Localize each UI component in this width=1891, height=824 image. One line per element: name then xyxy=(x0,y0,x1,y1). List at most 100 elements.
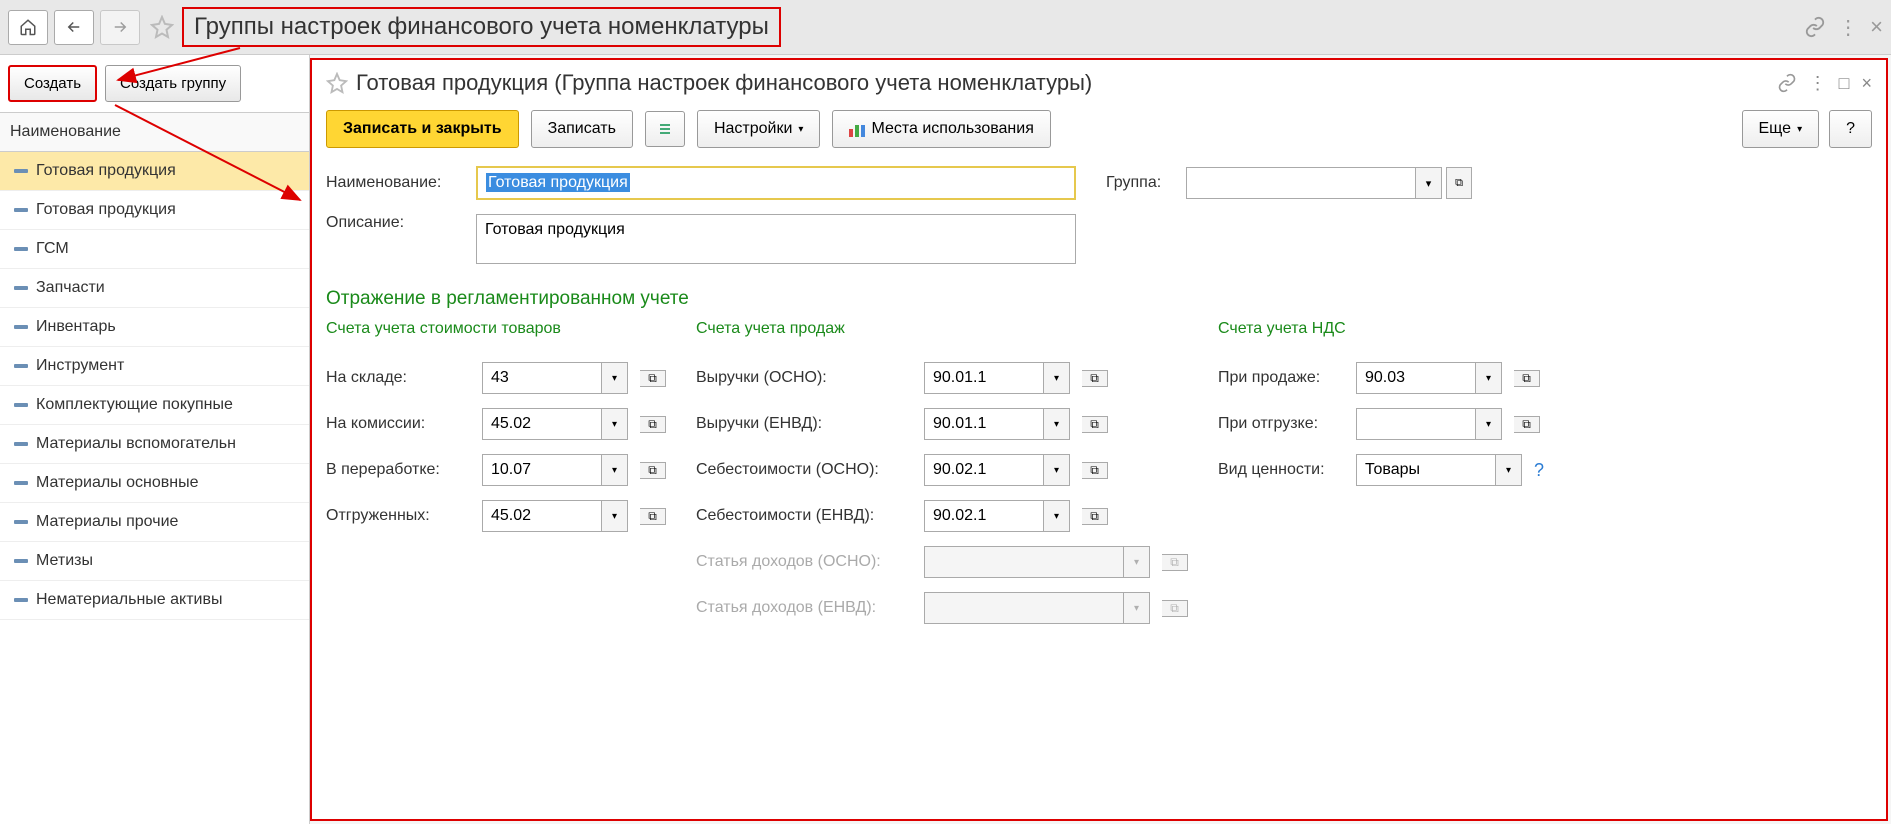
open-icon[interactable]: ⧉ xyxy=(1514,370,1540,387)
open-icon[interactable]: ⧉ xyxy=(640,462,666,479)
revenue-osno-label: Выручки (ОСНО): xyxy=(696,369,916,387)
open-icon[interactable]: ⧉ xyxy=(1082,370,1108,387)
dropdown-icon[interactable]: ▾ xyxy=(1044,500,1070,532)
description-label: Описание: xyxy=(326,214,466,232)
kebab-menu-icon[interactable]: ⋮ xyxy=(1838,15,1858,40)
maximize-icon[interactable]: □ xyxy=(1839,73,1850,94)
name-label: Наименование: xyxy=(326,174,466,192)
favorite-star-icon[interactable] xyxy=(326,72,348,94)
dropdown-icon: ▾ xyxy=(1124,592,1150,624)
link-icon[interactable] xyxy=(1804,16,1826,38)
dropdown-icon[interactable]: ▾ xyxy=(1476,362,1502,394)
list-item[interactable]: Инструмент xyxy=(0,347,309,386)
list-button[interactable] xyxy=(645,111,685,147)
save-and-close-button[interactable]: Записать и закрыть xyxy=(326,110,519,148)
help-icon[interactable]: ? xyxy=(1534,460,1544,481)
list-column-header: Наименование xyxy=(0,112,309,152)
list-item[interactable]: Материалы прочие xyxy=(0,503,309,542)
save-button[interactable]: Записать xyxy=(531,110,633,148)
close-icon[interactable]: × xyxy=(1861,73,1872,94)
shipped-label: Отгруженных: xyxy=(326,507,474,525)
page-title: Группы настроек финансового учета номенк… xyxy=(182,7,781,47)
dropdown-icon[interactable]: ▾ xyxy=(1476,408,1502,440)
group-label: Группа: xyxy=(1106,174,1176,192)
on-stock-label: На складе: xyxy=(326,369,474,387)
open-icon[interactable]: ⧉ xyxy=(1082,508,1108,525)
settings-dropdown[interactable]: Настройки ▾ xyxy=(697,110,820,148)
list-item[interactable]: Нематериальные активы xyxy=(0,581,309,620)
forward-button[interactable] xyxy=(100,10,140,45)
revenue-osno-input[interactable] xyxy=(924,362,1044,394)
favorite-star-icon[interactable] xyxy=(150,15,174,39)
usage-places-button[interactable]: Места использования xyxy=(832,110,1050,148)
open-icon[interactable]: ⧉ xyxy=(1446,167,1472,199)
cost-accounts-title: Счета учета стоимости товаров xyxy=(326,320,666,338)
vat-on-sale-input[interactable] xyxy=(1356,362,1476,394)
list-item[interactable]: Запчасти xyxy=(0,269,309,308)
open-icon: ⧉ xyxy=(1162,600,1188,617)
list-item[interactable]: Инвентарь xyxy=(0,308,309,347)
cost-osno-label: Себестоимости (ОСНО): xyxy=(696,461,916,479)
list-item[interactable]: Метизы xyxy=(0,542,309,581)
cost-envd-input[interactable] xyxy=(924,500,1044,532)
cost-osno-input[interactable] xyxy=(924,454,1044,486)
dropdown-icon[interactable]: ▾ xyxy=(602,362,628,394)
home-button[interactable] xyxy=(8,10,48,45)
dropdown-icon[interactable]: ▾ xyxy=(1044,408,1070,440)
open-icon[interactable]: ⧉ xyxy=(1082,416,1108,433)
revenue-envd-input[interactable] xyxy=(924,408,1044,440)
in-processing-label: В переработке: xyxy=(326,461,474,479)
dropdown-icon[interactable]: ▾ xyxy=(1044,454,1070,486)
open-icon: ⧉ xyxy=(1162,554,1188,571)
create-button[interactable]: Создать xyxy=(8,65,97,102)
sales-accounts-title: Счета учета продаж xyxy=(696,320,1188,338)
group-input[interactable] xyxy=(1186,167,1416,199)
income-envd-input xyxy=(924,592,1124,624)
list-item[interactable]: Материалы основные xyxy=(0,464,309,503)
help-button[interactable]: ? xyxy=(1829,110,1872,148)
open-icon[interactable]: ⧉ xyxy=(640,508,666,525)
form-title: Готовая продукция (Группа настроек финан… xyxy=(356,70,1777,96)
shipped-input[interactable] xyxy=(482,500,602,532)
kebab-menu-icon[interactable]: ⋮ xyxy=(1809,73,1827,94)
close-icon[interactable]: × xyxy=(1870,14,1883,40)
income-osno-input xyxy=(924,546,1124,578)
dropdown-icon[interactable]: ▾ xyxy=(602,408,628,440)
link-icon[interactable] xyxy=(1777,73,1797,93)
list-item[interactable]: Материалы вспомогательн xyxy=(0,425,309,464)
description-input[interactable] xyxy=(476,214,1076,264)
income-osno-label: Статья доходов (ОСНО): xyxy=(696,553,916,571)
dropdown-icon[interactable]: ▾ xyxy=(602,454,628,486)
on-stock-input[interactable] xyxy=(482,362,602,394)
vat-on-sale-label: При продаже: xyxy=(1218,369,1348,387)
vat-on-shipment-input[interactable] xyxy=(1356,408,1476,440)
on-commission-input[interactable] xyxy=(482,408,602,440)
cost-envd-label: Себестоимости (ЕНВД): xyxy=(696,507,916,525)
bar-chart-icon xyxy=(849,121,865,137)
back-button[interactable] xyxy=(54,10,94,45)
value-type-input[interactable] xyxy=(1356,454,1496,486)
list-item[interactable]: Комплектующие покупные xyxy=(0,386,309,425)
name-input[interactable]: Готовая продукция xyxy=(476,166,1076,200)
vat-on-shipment-label: При отгрузке: xyxy=(1218,415,1348,433)
vat-accounts-title: Счета учета НДС xyxy=(1218,320,1544,338)
dropdown-icon[interactable]: ▾ xyxy=(1416,167,1442,199)
in-processing-input[interactable] xyxy=(482,454,602,486)
value-type-label: Вид ценности: xyxy=(1218,461,1348,479)
list-item[interactable]: Готовая продукция xyxy=(0,152,309,191)
open-icon[interactable]: ⧉ xyxy=(1082,462,1108,479)
revenue-envd-label: Выручки (ЕНВД): xyxy=(696,415,916,433)
dropdown-icon: ▾ xyxy=(1124,546,1150,578)
open-icon[interactable]: ⧉ xyxy=(640,370,666,387)
dropdown-icon[interactable]: ▾ xyxy=(1044,362,1070,394)
dropdown-icon[interactable]: ▾ xyxy=(1496,454,1522,486)
list-item[interactable]: Готовая продукция xyxy=(0,191,309,230)
open-icon[interactable]: ⧉ xyxy=(640,416,666,433)
more-dropdown[interactable]: Еще ▾ xyxy=(1742,110,1820,148)
open-icon[interactable]: ⧉ xyxy=(1514,416,1540,433)
income-envd-label: Статья доходов (ЕНВД): xyxy=(696,599,916,617)
on-commission-label: На комиссии: xyxy=(326,415,474,433)
dropdown-icon[interactable]: ▾ xyxy=(602,500,628,532)
list-item[interactable]: ГСМ xyxy=(0,230,309,269)
create-group-button[interactable]: Создать группу xyxy=(105,65,241,102)
